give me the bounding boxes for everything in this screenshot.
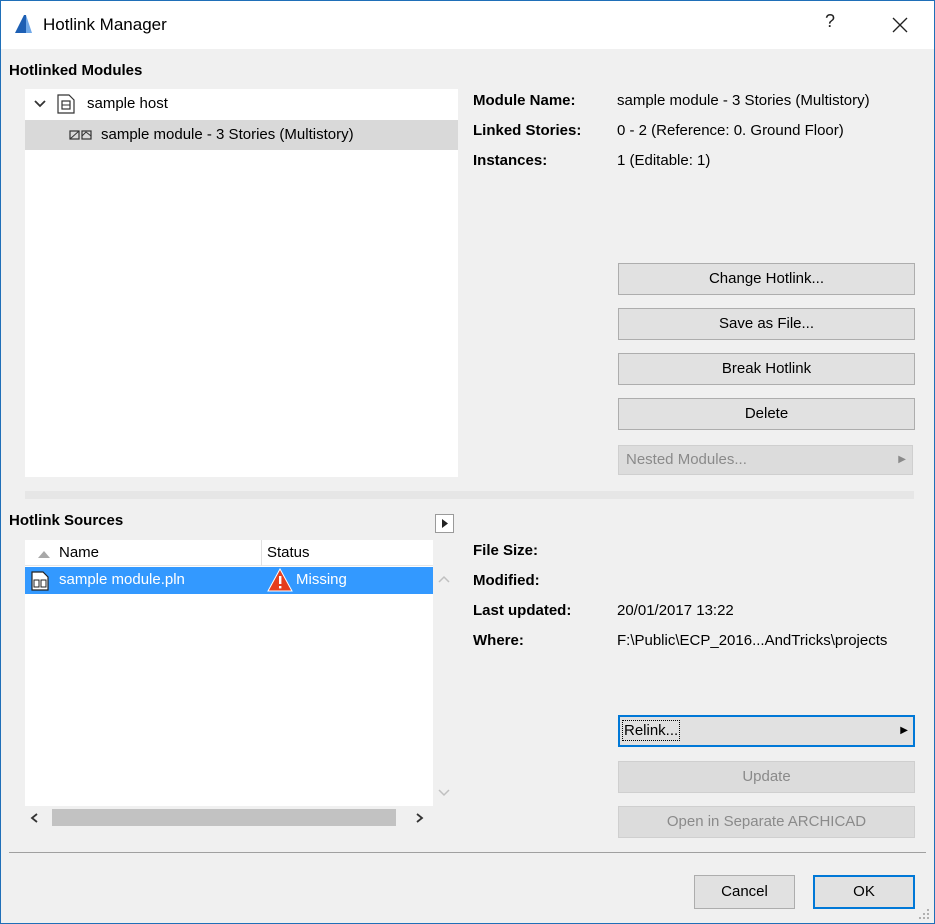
relink-label: Relink...: [621, 720, 681, 741]
tree-item-module-label: sample module - 3 Stories (Multistory): [101, 126, 354, 143]
scroll-right-icon[interactable]: [413, 812, 425, 824]
where-label: Where:: [473, 632, 524, 649]
resize-grip-icon[interactable]: [917, 907, 931, 921]
sources-list-header: Name Status: [25, 540, 433, 566]
help-button[interactable]: ?: [818, 11, 842, 37]
window-title: Hotlink Manager: [43, 15, 167, 34]
linked-stories-label: Linked Stories:: [473, 122, 582, 139]
module-icon: [69, 130, 92, 140]
last-updated-label: Last updated:: [473, 602, 572, 619]
footer-divider: [9, 852, 926, 853]
hotlink-sources-title: Hotlink Sources: [9, 512, 124, 529]
chevron-right-icon: ▶: [898, 454, 906, 465]
chevron-down-icon[interactable]: [33, 98, 47, 110]
play-icon: [442, 519, 448, 528]
title-bar: Hotlink Manager ?: [1, 1, 934, 49]
break-hotlink-button[interactable]: Break Hotlink: [618, 353, 915, 385]
source-name: sample module.pln: [59, 571, 185, 588]
relink-button[interactable]: Relink... ▶: [618, 715, 915, 747]
save-as-file-button[interactable]: Save as File...: [618, 308, 915, 340]
scroll-down-icon[interactable]: [437, 788, 451, 798]
table-row[interactable]: sample module.pln Missing: [25, 567, 433, 594]
tree-item-module[interactable]: sample module - 3 Stories (Multistory): [25, 120, 458, 150]
modules-tree[interactable]: sample host sample module - 3 Stories (M…: [25, 89, 458, 477]
close-icon[interactable]: [885, 11, 915, 39]
open-separate-archicad-button[interactable]: Open in Separate ARCHICAD: [618, 806, 915, 838]
pane-splitter[interactable]: [25, 491, 914, 499]
hotlinked-modules-title: Hotlinked Modules: [9, 62, 143, 79]
scroll-up-icon[interactable]: [437, 574, 451, 584]
expand-panel-button[interactable]: [435, 514, 454, 533]
column-divider[interactable]: [261, 540, 262, 566]
ok-button[interactable]: OK: [813, 875, 915, 909]
instances-label: Instances:: [473, 152, 548, 169]
scroll-left-icon[interactable]: [29, 812, 41, 824]
sources-list[interactable]: Name Status sample module.pln Missing: [25, 540, 450, 806]
sort-ascending-icon[interactable]: [37, 549, 51, 559]
delete-button[interactable]: Delete: [618, 398, 915, 430]
linked-stories-value: 0 - 2 (Reference: 0. Ground Floor): [617, 122, 844, 139]
column-header-name[interactable]: Name: [59, 540, 99, 566]
cancel-button[interactable]: Cancel: [694, 875, 795, 909]
change-hotlink-button[interactable]: Change Hotlink...: [618, 263, 915, 295]
nested-modules-label: Nested Modules...: [626, 451, 747, 468]
archicad-app-icon: [15, 15, 32, 33]
horizontal-scrollbar[interactable]: [25, 806, 433, 830]
last-updated-value: 20/01/2017 13:22: [617, 602, 734, 619]
instances-value: 1 (Editable: 1): [617, 152, 711, 169]
host-file-icon: [57, 94, 75, 114]
column-header-status[interactable]: Status: [267, 540, 310, 566]
source-status: Missing: [296, 571, 347, 588]
file-size-label: File Size:: [473, 542, 539, 559]
where-value: F:\Public\ECP_2016...AndTricks\projects: [617, 632, 888, 649]
scrollbar-thumb[interactable]: [52, 809, 396, 826]
modified-label: Modified:: [473, 572, 540, 589]
chevron-right-icon: ▶: [900, 725, 908, 736]
module-name-value: sample module - 3 Stories (Multistory): [617, 92, 870, 109]
hotlink-manager-window: Hotlink Manager ? Hotlinked Modules samp…: [0, 0, 935, 924]
pln-file-icon: [31, 571, 49, 591]
tree-item-host[interactable]: sample host: [25, 89, 458, 119]
update-button[interactable]: Update: [618, 761, 915, 793]
warning-icon: [267, 568, 293, 592]
tree-item-host-label: sample host: [87, 95, 168, 112]
nested-modules-button[interactable]: Nested Modules... ▶: [618, 445, 913, 475]
module-name-label: Module Name:: [473, 92, 576, 109]
